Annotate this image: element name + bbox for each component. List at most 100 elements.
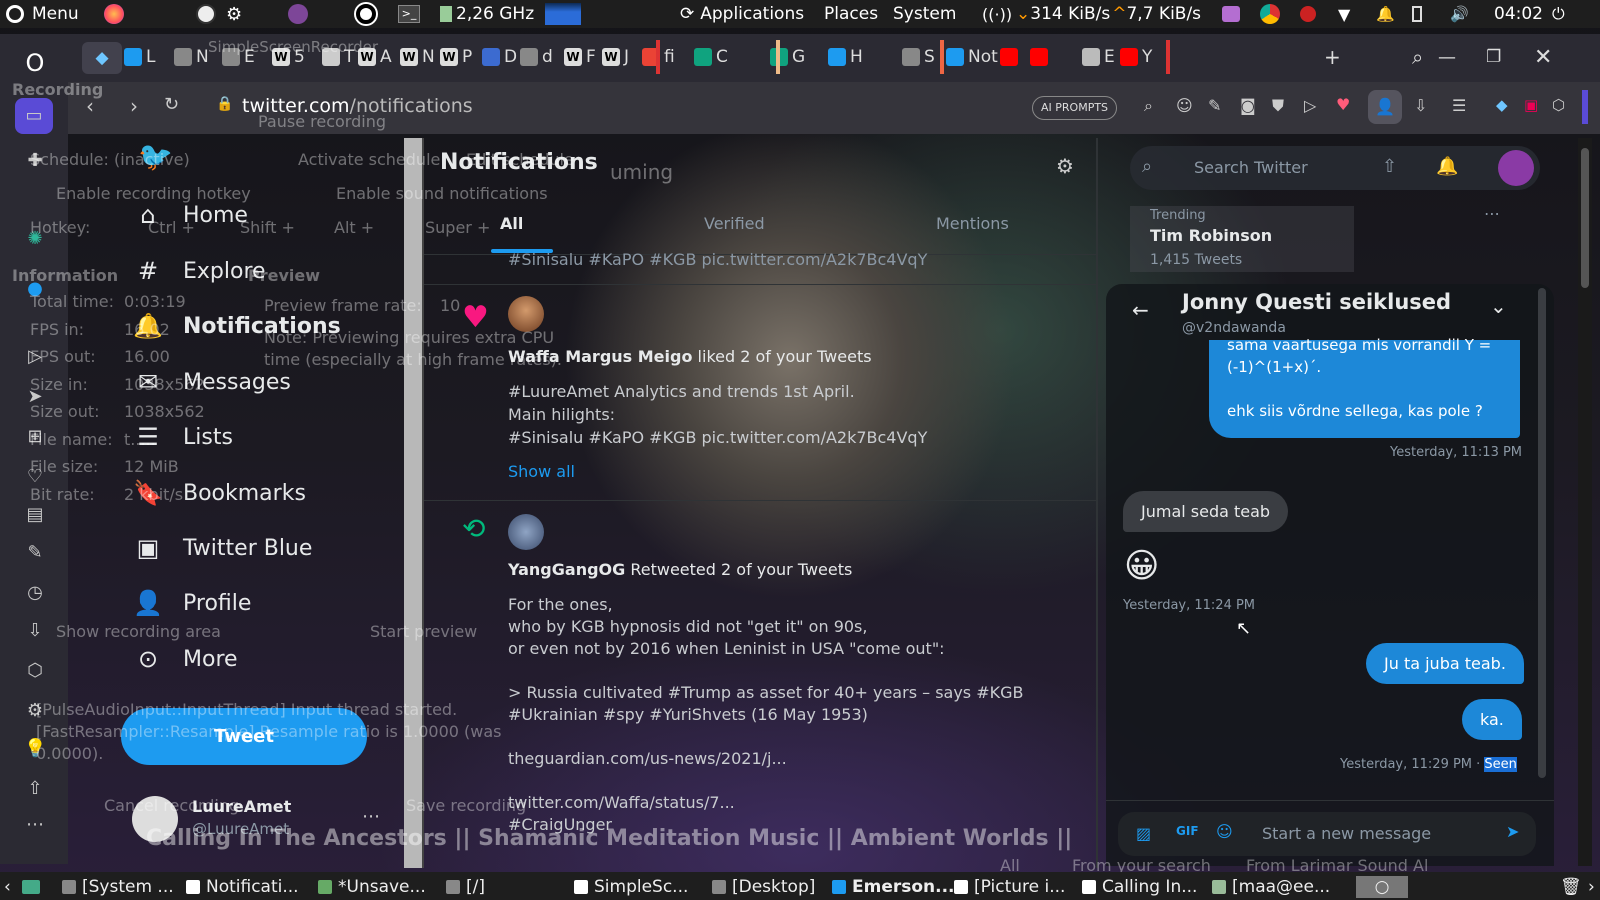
tab-twitter[interactable]: H [828,42,863,72]
downloads-icon[interactable]: ⇩ [1414,96,1427,115]
scrollbar[interactable] [404,138,422,868]
clock[interactable]: 04:02 [1494,3,1543,25]
tab-twitter[interactable]: Not [946,42,998,72]
edit-page-icon[interactable]: ✎ [1208,96,1221,115]
download-icon[interactable]: ⇩ [24,620,46,642]
nav-more[interactable]: ⊙ More [135,645,238,673]
taskbar-left-arrow[interactable]: ‹ [4,876,11,898]
shift-checkbox[interactable]: Shift + [240,218,295,237]
tab-active-pin[interactable]: ◆ [82,42,122,74]
alt-checkbox[interactable]: Alt + [334,218,374,237]
enable-hotkey-checkbox[interactable]: Enable recording hotkey [56,184,251,203]
firefox-launcher-icon[interactable] [104,3,124,25]
avatar[interactable] [508,296,544,332]
taskbar-item[interactable]: Notificati... [186,876,299,898]
ai-prompts-button[interactable]: AI PROMPTS [1032,96,1118,120]
play-icon[interactable]: ▷ [1304,96,1316,115]
tab-globe[interactable]: S [902,42,935,72]
opera-logo-icon[interactable]: O [24,51,46,75]
search-tabs-button[interactable]: ⌕ [1412,42,1423,72]
opera-icon[interactable] [356,3,376,25]
chat-icon[interactable]: ⌕ [1144,96,1153,116]
tab-youtube[interactable]: Y [1120,42,1152,72]
tab-all[interactable]: All [500,214,523,233]
more-dots-icon[interactable]: ⋯ [24,814,46,836]
trending-more-icon[interactable]: ⋯ [1484,204,1500,223]
search-input[interactable]: Search Twitter [1194,158,1308,177]
gif-icon[interactable]: GIF [1176,824,1199,838]
tor-icon[interactable] [288,3,308,25]
notifications-settings-icon[interactable]: ⚙ [1056,154,1074,178]
retweet-notification[interactable]: YangGangOG Retweeted 2 of your Tweets [508,560,852,579]
cancel-recording-button[interactable]: Cancel recording [104,796,239,815]
tab-box[interactable]: E [1082,42,1115,72]
extension-shield-icon[interactable]: ◆ [1496,96,1508,114]
show-all-link[interactable]: Show all [508,462,575,481]
extension-cube-icon[interactable]: ⬡ [1552,96,1565,114]
pause-recording-button[interactable]: Pause recording [258,112,386,131]
applications-menu[interactable]: ⟳ Applications [680,3,804,25]
super-checkbox[interactable]: Super + [425,218,490,237]
wifi-icon[interactable]: ((·)) [982,3,1012,25]
trending-card[interactable]: Trending Tim Robinson 1,415 Tweets [1130,206,1354,272]
tab-chatgpt[interactable]: C [694,42,728,72]
dm-scrollbar[interactable] [1538,288,1546,778]
terminal-icon[interactable]: >_ [398,3,420,25]
nav-explore[interactable]: # Explore [135,257,266,285]
forward-button[interactable]: › [130,94,138,118]
book-icon[interactable]: ▭ [15,98,53,134]
retweet-user[interactable]: YangGangOG [508,560,625,579]
activate-schedule-button[interactable]: Activate schedule [298,150,440,169]
notes-icon[interactable]: ▤ [24,504,46,526]
show-area-checkbox[interactable]: Show recording area [56,622,221,641]
avatar[interactable] [1498,150,1534,186]
inkscape-icon[interactable] [196,3,216,25]
tab-mentions[interactable]: Mentions [936,214,1009,233]
message-input[interactable]: Start a new message [1262,824,1431,843]
taskbar-item[interactable]: [/] [446,876,485,898]
new-tab-button[interactable]: + [1324,42,1341,72]
preview-rate-input[interactable]: 10 [440,296,460,315]
taskbar-item[interactable]: [Desktop] [712,876,815,898]
save-recording-button[interactable]: Save recording [406,796,526,815]
vpn-shield-icon[interactable]: ⛊ [1272,96,1284,116]
taskbar-item[interactable]: Emerson... [832,876,955,898]
edit-schedule-button[interactable]: Edit schedule [466,150,574,169]
tab-verified[interactable]: Verified [704,214,765,233]
start-preview-button[interactable]: Start preview [370,622,477,641]
emoji-picker-icon[interactable]: ☺ [1216,822,1233,841]
tab-twitter[interactable]: L [124,42,155,72]
upload-icon[interactable]: ⇧ [24,778,46,800]
tab-globe[interactable]: N [174,42,209,72]
easy-setup-icon[interactable]: ☰ [1452,96,1466,115]
edit-icon[interactable]: ✎ [24,542,46,564]
settings-gear-icon[interactable]: ⚙ [226,3,242,25]
dm-back-button[interactable]: ← [1132,298,1149,322]
favorite-heart-icon[interactable]: ♥ [1336,95,1350,114]
tab-x[interactable]: D [482,42,517,72]
tab-wiki[interactable]: WN [400,42,435,72]
extension-red-icon[interactable]: ▣ [1524,96,1538,114]
trash-icon[interactable]: 🗑 [1560,876,1582,898]
tray-shield-icon[interactable]: ▼ [1338,3,1350,25]
upload-icon[interactable]: ⇧ [1382,156,1397,177]
taskbar-right-arrow[interactable]: › [1588,876,1595,898]
taskbar-item[interactable]: [System ... [62,876,174,898]
battery-icon[interactable] [1412,3,1422,25]
account-more-icon[interactable]: ⋯ [362,806,380,827]
taskbar-item[interactable]: SimpleSc... [574,876,688,898]
volume-icon[interactable]: 🔊 [1450,3,1469,25]
emoji-icon[interactable]: ☺ [1176,96,1193,115]
page-scrollbar[interactable] [1578,138,1592,866]
restore-button[interactable]: ❐ [1486,42,1501,72]
image-icon[interactable]: ▨ [1136,824,1151,843]
ctrl-checkbox[interactable]: Ctrl + [148,218,195,237]
tab-youtube[interactable] [1000,42,1022,72]
nav-profile[interactable]: 👤 Profile [133,589,251,617]
bell-icon[interactable]: 🔔 [1436,156,1458,177]
tab-wiki[interactable]: WJ [602,42,629,72]
message-bubble-in[interactable]: Jumal seda teab [1123,491,1289,532]
close-window-button[interactable]: ✕ [1534,42,1552,72]
history-icon[interactable]: ◷ [24,582,46,604]
reload-button[interactable]: ↻ [164,94,179,115]
